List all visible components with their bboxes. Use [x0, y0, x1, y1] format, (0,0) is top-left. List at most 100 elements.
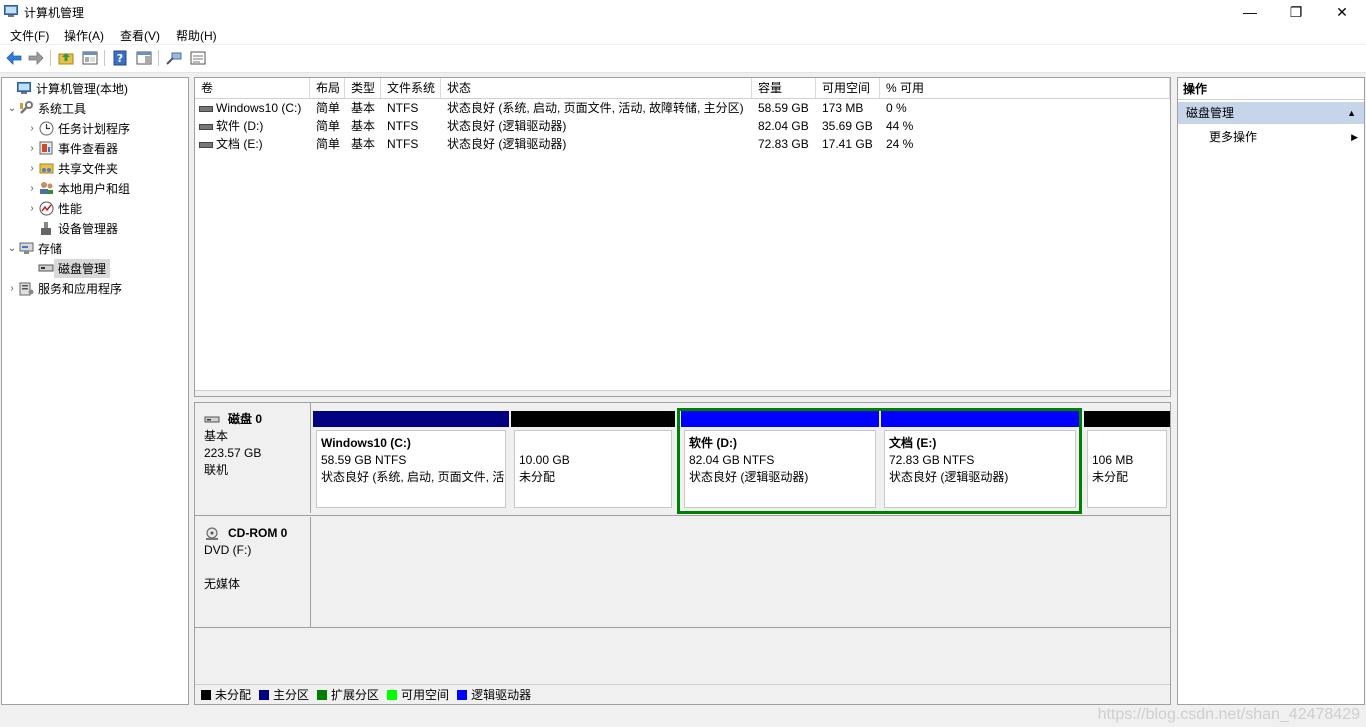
tree-item-disk-management[interactable]: 磁盘管理 [26, 258, 111, 278]
legend-item-unallocated: 未分配 [201, 686, 251, 703]
volume-name: 软件 (D:) [216, 119, 264, 133]
tree-label: 事件查看器 [58, 141, 119, 156]
column-header-status[interactable]: 状态 [441, 78, 752, 98]
partition-bar-primary [313, 411, 509, 427]
tree-item-device-manager[interactable]: 设备管理器 [26, 218, 118, 238]
partition-e[interactable]: 文档 (E:) 72.83 GB NTFS 状态良好 (逻辑驱动器) [881, 411, 1079, 511]
legend-item-primary: 主分区 [259, 686, 309, 703]
volume-name: Windows10 (C:) [216, 101, 302, 115]
legend-swatch [387, 689, 398, 700]
tree-label: 计算机管理(本地) [36, 81, 128, 96]
menu-file[interactable]: 文件(F) [10, 27, 49, 44]
actions-title: 操作 [1178, 78, 1364, 100]
tree-item-storage[interactable]: ⌄ 存储 [6, 238, 62, 258]
menu-action[interactable]: 操作(A) [64, 27, 104, 44]
disk-0-info[interactable]: 磁盘 0 基本 223.57 GB 联机 [195, 403, 311, 513]
legend-label: 扩展分区 [331, 688, 380, 702]
splitter[interactable] [195, 390, 1170, 396]
tree-label: 磁盘管理 [54, 258, 111, 278]
volume-row[interactable]: 文档 (E:) 简单 基本 NTFS 状态良好 (逻辑驱动器) 72.83 GB… [195, 135, 1170, 153]
disk-0-size: 223.57 GB [204, 446, 262, 460]
partition-body: 10.00 GB 未分配 [514, 430, 672, 508]
column-header-layout[interactable]: 布局 [310, 78, 345, 98]
tree-item-event-viewer[interactable]: › 事件查看器 [26, 138, 118, 158]
chevron-right-icon[interactable]: › [26, 143, 38, 154]
forward-button[interactable] [27, 49, 45, 67]
disk-0-type: 基本 [204, 429, 229, 443]
tree-item-services-apps[interactable]: › 服务和应用程序 [6, 278, 122, 298]
partition-status: 未分配 [1092, 470, 1129, 484]
column-header-filesystem[interactable]: 文件系统 [381, 78, 441, 98]
filesystem-cell: NTFS [387, 119, 419, 133]
tree-item-task-scheduler[interactable]: › 任务计划程序 [26, 118, 130, 138]
disk-management-icon [38, 260, 54, 276]
computer-management-icon [4, 5, 18, 17]
status-cell: 状态良好 (逻辑驱动器) [447, 119, 567, 133]
partition-unallocated-2[interactable]: 106 MB 未分配 [1084, 411, 1170, 511]
properties-button[interactable] [189, 49, 207, 67]
cdrom-0-info[interactable]: CD-ROM 0 DVD (F:) 无媒体 [195, 517, 311, 627]
column-header-volume[interactable]: 卷 [195, 78, 310, 98]
partition-d[interactable]: 软件 (D:) 82.04 GB NTFS 状态良好 (逻辑驱动器) [681, 411, 879, 511]
menu-help[interactable]: 帮助(H) [176, 27, 217, 44]
chevron-down-icon[interactable]: ⌄ [6, 243, 18, 254]
tree-item-shared-folders[interactable]: › 共享文件夹 [26, 158, 118, 178]
actions-section-disk-management[interactable]: 磁盘管理 ▲ [1178, 102, 1364, 124]
chevron-right-icon[interactable]: › [6, 283, 18, 294]
column-header-capacity[interactable]: 容量 [752, 78, 816, 98]
navigation-tree: 计算机管理(本地) ⌄ 系统工具 › 任务计划程序 › 事件查看器 › 共享文件… [1, 77, 189, 705]
legend: 未分配 主分区 扩展分区 可用空间 逻辑驱动器 [195, 684, 1170, 704]
menu-view[interactable]: 查看(V) [120, 27, 160, 44]
shared-folders-icon [38, 160, 54, 176]
system-tools-icon [18, 100, 34, 116]
volume-row[interactable]: 软件 (D:) 简单 基本 NTFS 状态良好 (逻辑驱动器) 82.04 GB… [195, 117, 1170, 135]
tree-item-system-tools[interactable]: ⌄ 系统工具 [6, 98, 86, 118]
partition-size: 58.59 GB NTFS [321, 453, 407, 467]
chevron-right-icon: ▶ [1351, 132, 1358, 142]
toolbar: ? [0, 45, 1366, 73]
services-apps-icon [18, 280, 34, 296]
show-hide-tree-icon [82, 51, 98, 65]
chevron-right-icon[interactable]: › [26, 163, 38, 174]
cdrom-0-name: CD-ROM 0 [228, 526, 288, 540]
column-header-type[interactable]: 类型 [345, 78, 381, 98]
partition-unallocated-1[interactable]: 10.00 GB 未分配 [511, 411, 675, 511]
layout-cell: 简单 [316, 137, 341, 151]
capacity-cell: 72.83 GB [758, 137, 809, 151]
column-header-percent-free[interactable]: % 可用 [880, 78, 1170, 98]
partition-size: 106 MB [1092, 453, 1134, 467]
volume-name-cell: Windows10 (C:) [195, 99, 310, 117]
tree-label: 存储 [38, 241, 63, 256]
tree-item-local-users[interactable]: › 本地用户和组 [26, 178, 130, 198]
tree-item-performance[interactable]: › 性能 [26, 198, 82, 218]
back-button[interactable] [5, 49, 23, 67]
chevron-right-icon[interactable]: › [26, 203, 38, 214]
volume-list-header: 卷 布局 类型 文件系统 状态 容量 可用空间 % 可用 [195, 78, 1170, 99]
help-button[interactable]: ? [111, 49, 129, 67]
tree-label: 本地用户和组 [58, 181, 131, 196]
show-action-pane-button[interactable] [135, 49, 153, 67]
task-scheduler-icon [38, 120, 54, 136]
maximize-button[interactable]: ❐ [1273, 0, 1319, 24]
cdrom-0-area[interactable] [313, 517, 1170, 627]
capacity-cell: 82.04 GB [758, 119, 809, 133]
partition-c[interactable]: Windows10 (C:) 58.59 GB NTFS 状态良好 (系统, 启… [313, 411, 509, 511]
collapse-up-icon[interactable]: ▲ [1347, 102, 1356, 124]
computer-management-icon [16, 80, 32, 96]
more-actions-item[interactable]: 更多操作 ▶ [1178, 126, 1364, 148]
partition-status: 状态良好 (逻辑驱动器) [889, 470, 1009, 484]
tree-item-computer-management[interactable]: 计算机管理(本地) [4, 78, 128, 98]
close-button[interactable]: ✕ [1319, 0, 1365, 24]
svg-text:?: ? [117, 52, 123, 65]
minimize-button[interactable]: — [1227, 0, 1273, 24]
column-header-free-space[interactable]: 可用空间 [816, 78, 880, 98]
up-one-level-button[interactable] [57, 49, 75, 67]
volume-row[interactable]: Windows10 (C:) 简单 基本 NTFS 状态良好 (系统, 启动, … [195, 99, 1170, 117]
chevron-right-icon[interactable]: › [26, 183, 38, 194]
chevron-right-icon[interactable]: › [26, 123, 38, 134]
chevron-down-icon[interactable]: ⌄ [6, 103, 18, 114]
percent-free-cell: 24 % [886, 137, 914, 151]
connect-button[interactable] [165, 49, 183, 67]
show-hide-tree-button[interactable] [81, 49, 99, 67]
